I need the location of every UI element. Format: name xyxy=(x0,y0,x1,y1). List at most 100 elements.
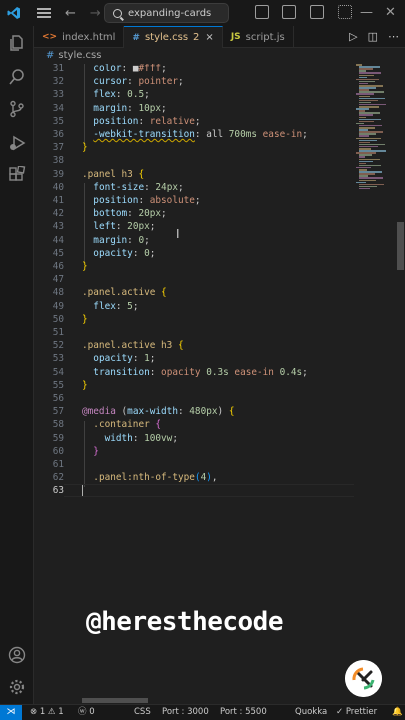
code-line[interactable]: 49 flex: 5; xyxy=(34,300,354,313)
code-line[interactable]: 43 left: 20px; xyxy=(34,220,354,233)
line-number: 60 xyxy=(52,445,64,457)
tab-style-css[interactable]: # style.css 2 × xyxy=(124,26,223,48)
run-debug-icon[interactable] xyxy=(8,134,26,152)
code-line[interactable]: 51 xyxy=(34,326,354,339)
code-text: } xyxy=(82,445,99,458)
code-token: : xyxy=(127,208,139,220)
code-line[interactable]: 61 xyxy=(34,458,354,471)
extensions-icon[interactable] xyxy=(8,166,26,184)
forward-arrow-icon[interactable]: → xyxy=(90,6,101,21)
account-icon[interactable] xyxy=(8,646,26,664)
settings-gear-icon[interactable] xyxy=(8,678,26,696)
menu-icon[interactable] xyxy=(37,8,51,18)
breadcrumb-file[interactable]: style.css xyxy=(58,50,101,61)
command-center-search[interactable]: expanding-cards xyxy=(104,3,229,23)
toggle-secondary-sidebar-icon[interactable] xyxy=(310,5,324,19)
line-number: 38 xyxy=(52,155,64,167)
vertical-scrollbar-thumb[interactable] xyxy=(397,222,404,270)
channel-logo-icon xyxy=(345,660,382,697)
line-number: 39 xyxy=(52,168,64,180)
quokka-indicator[interactable]: Quokka xyxy=(295,705,327,720)
toggle-sidebar-icon[interactable] xyxy=(255,5,269,19)
line-number: 57 xyxy=(52,406,64,418)
code-token: : xyxy=(132,432,145,444)
code-line[interactable]: 40 font-size: 24px; xyxy=(34,181,354,194)
split-editor-icon[interactable]: ◫ xyxy=(368,30,378,43)
code-line[interactable]: 35 position: relative; xyxy=(34,115,354,128)
problems-indicator[interactable]: ⊗ 1 ⚠ 1 xyxy=(30,705,64,720)
language-mode[interactable]: CSS xyxy=(134,705,151,720)
code-token: max-width xyxy=(127,406,178,418)
code-text: transition: opacity 0.3s ease-in 0.4s; xyxy=(82,366,308,379)
code-token: ; xyxy=(161,64,167,74)
line-number: 35 xyxy=(52,115,64,127)
code-line[interactable]: 38 xyxy=(34,154,354,167)
code-line[interactable]: 36 -webkit-transition: all 700ms ease-in… xyxy=(34,128,354,141)
code-line[interactable]: 45 opacity: 0; xyxy=(34,247,354,260)
code-line[interactable]: 48 .panel.active { xyxy=(34,286,354,299)
code-line[interactable]: 63 xyxy=(34,484,354,497)
code-token: { xyxy=(228,406,235,418)
more-actions-icon[interactable]: ⋯ xyxy=(388,30,399,43)
live-server-port-5500[interactable]: Port : 5500 xyxy=(220,705,267,720)
code-line[interactable]: 55} xyxy=(34,379,354,392)
remote-indicator-icon[interactable]: ⋊ xyxy=(0,705,22,720)
tab-index-html[interactable]: <> index.html xyxy=(34,26,125,48)
code-line[interactable]: 31 color: ■#fff; xyxy=(34,64,354,75)
code-token: : xyxy=(132,247,145,259)
code-line[interactable]: 53 opacity: 1; xyxy=(34,352,354,365)
code-token: 480px xyxy=(189,406,218,418)
code-line[interactable]: 56 xyxy=(34,392,354,405)
code-token: ; xyxy=(172,432,178,444)
code-token: cursor xyxy=(93,76,128,88)
explorer-icon[interactable] xyxy=(8,34,26,52)
minimap[interactable] xyxy=(354,64,394,194)
code-line[interactable]: 47 xyxy=(34,273,354,286)
code-text: margin: 10px; xyxy=(82,102,166,115)
code-line[interactable]: 39 .panel h3 { xyxy=(34,168,354,181)
code-line[interactable]: 32 cursor: pointer; xyxy=(34,75,354,88)
tab-script-js[interactable]: JS script.js xyxy=(223,26,294,48)
code-line[interactable]: 57 @media (max-width: 480px) { xyxy=(34,405,354,418)
code-line[interactable]: 33 flex: 0.5; xyxy=(34,88,354,101)
code-line[interactable]: 59 width: 100vw; xyxy=(34,432,354,445)
line-number: 51 xyxy=(52,327,64,338)
back-arrow-icon[interactable]: ← xyxy=(65,6,76,21)
close-tab-icon[interactable]: × xyxy=(205,32,213,43)
code-line[interactable]: 42 bottom: 20px; xyxy=(34,207,354,220)
run-icon[interactable]: ▷ xyxy=(349,30,357,43)
line-number: 52 xyxy=(52,340,64,352)
minimize-icon[interactable]: — xyxy=(360,5,373,20)
js-file-icon: JS xyxy=(230,32,241,42)
code-line[interactable]: 52 .panel.active h3 { xyxy=(34,339,354,352)
source-control-icon[interactable] xyxy=(8,100,26,118)
code-token: #fff xyxy=(138,64,162,74)
code-line[interactable]: 62 .panel:nth-of-type(4), xyxy=(34,471,354,484)
notifications-bell-icon[interactable]: 🔔 xyxy=(392,705,403,720)
search-icon[interactable] xyxy=(8,68,26,86)
prettier-indicator[interactable]: ✓ Prettier xyxy=(336,705,377,720)
customize-layout-icon[interactable] xyxy=(338,5,352,19)
toggle-panel-icon[interactable] xyxy=(282,5,296,19)
ports-indicator[interactable]: ⓦ 0 xyxy=(78,705,95,720)
code-line[interactable]: 46} xyxy=(34,260,354,273)
code-token: { xyxy=(138,168,145,180)
line-number: 42 xyxy=(52,208,64,220)
code-text: .container { xyxy=(82,418,161,431)
code-line[interactable]: 37} xyxy=(34,141,354,154)
problem-count-badge: 2 xyxy=(193,32,200,43)
code-line[interactable]: 58 .container { xyxy=(34,418,354,431)
code-line[interactable]: 34 margin: 10px; xyxy=(34,102,354,115)
code-text: position: absolute; xyxy=(82,194,200,207)
code-line[interactable]: 50} xyxy=(34,313,354,326)
code-line[interactable]: 44 margin: 0; xyxy=(34,234,354,247)
code-line[interactable]: 41 position: absolute; xyxy=(34,194,354,207)
code-line[interactable]: 60 } xyxy=(34,445,354,458)
code-editor[interactable]: 31 color: ■#fff; 32 cursor: pointer; 33 fl… xyxy=(34,64,354,694)
close-icon[interactable]: ✕ xyxy=(385,5,396,20)
code-line[interactable]: 54 transition: opacity 0.3s ease-in 0.4s… xyxy=(34,366,354,379)
horizontal-scrollbar-thumb[interactable] xyxy=(82,698,148,703)
live-server-port-3000[interactable]: Port : 3000 xyxy=(162,705,209,720)
vertical-scrollbar-track[interactable] xyxy=(396,64,405,694)
